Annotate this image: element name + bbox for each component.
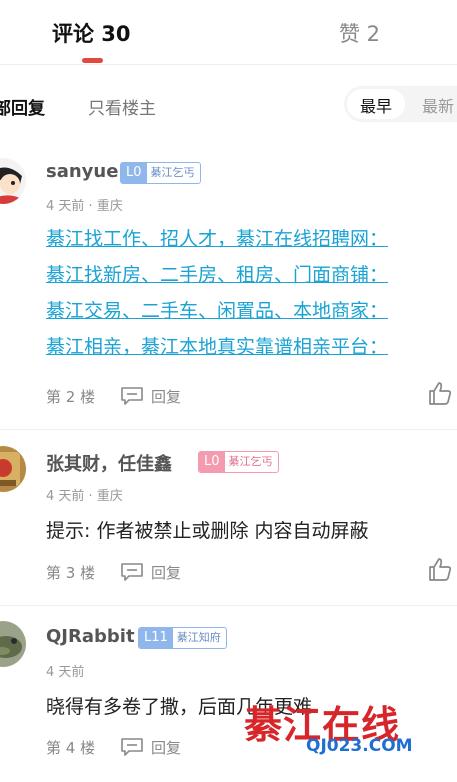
floor-number: 第 2 楼 (46, 388, 96, 406)
tab-comments[interactable]: 评论 30 (52, 18, 131, 48)
tab-active-indicator (82, 58, 103, 63)
avatar[interactable] (0, 621, 26, 667)
comment-link[interactable]: 綦江找工作、招人才，綦江在线招聘网： (46, 224, 388, 251)
tab-likes[interactable]: 赞 2 (339, 18, 380, 48)
level-badge: L0 綦江乞丐 (198, 451, 279, 473)
level-title: 綦江乞丐 (146, 164, 199, 182)
reply-button[interactable]: 回复 (151, 386, 181, 407)
reply-icon[interactable] (120, 562, 144, 582)
site-watermark: 綦江在线 QJ023.COM (244, 694, 457, 764)
tabs-divider (0, 64, 457, 65)
reply-button[interactable]: 回复 (151, 562, 181, 583)
comment-username[interactable]: 张其财，任佳鑫 (46, 450, 172, 476)
level-number: L0 (199, 452, 225, 472)
comment-username[interactable]: sanyue (46, 161, 118, 182)
reply-icon[interactable] (120, 737, 144, 757)
comment-username[interactable]: QJRabbit (46, 626, 135, 647)
avatar[interactable] (0, 158, 26, 204)
reply-button[interactable]: 回复 (151, 737, 181, 758)
comment-meta: 4 天前 (46, 665, 85, 680)
comment-meta: 4 天前 · 重庆 (46, 199, 123, 214)
level-badge: L0 綦江乞丐 (120, 162, 201, 184)
comment-text: 提示: 作者被禁止或删除 内容自动屏蔽 (46, 520, 369, 542)
watermark-url: QJ023.COM (306, 736, 413, 756)
level-badge: L11 綦江知府 (138, 627, 227, 649)
comment-link[interactable]: 綦江相亲，綦江本地真实靠谱相亲平台： (46, 332, 388, 359)
comment-tabs: 评论 30 赞 2 (0, 0, 457, 64)
sort-earliest-button[interactable]: 最早 (360, 93, 392, 117)
comment-item: 张其财，任佳鑫 L0 綦江乞丐 4 天前 · 重庆 提示: 作者被禁止或删除 内… (0, 440, 457, 605)
comment-item: sanyue L0 綦江乞丐 4 天前 · 重庆 綦江找工作、招人才，綦江在线招… (0, 150, 457, 430)
comment-meta: 4 天前 · 重庆 (46, 489, 123, 504)
thumbs-up-icon[interactable] (427, 556, 453, 582)
sort-toggle: 最早 最新 (344, 86, 457, 122)
thumbs-up-icon[interactable] (427, 380, 453, 406)
level-number: L11 (139, 628, 173, 648)
avatar[interactable] (0, 446, 26, 492)
level-number: L0 (121, 163, 147, 183)
comment-link[interactable]: 綦江交易、二手车、闲置品、本地商家： (46, 296, 388, 323)
floor-number: 第 4 楼 (46, 739, 96, 757)
filter-op-only[interactable]: 只看楼主 (88, 94, 156, 119)
level-title: 綦江知府 (172, 629, 225, 647)
comment-divider (0, 429, 457, 430)
filter-all-replies[interactable]: 部回复 (0, 94, 45, 119)
level-title: 綦江乞丐 (224, 453, 277, 471)
comment-link[interactable]: 綦江找新房、二手房、租房、门面商铺： (46, 260, 388, 287)
sort-newest-button[interactable]: 最新 (422, 93, 454, 117)
floor-number: 第 3 楼 (46, 564, 96, 582)
comment-divider (0, 605, 457, 606)
reply-icon[interactable] (120, 386, 144, 406)
